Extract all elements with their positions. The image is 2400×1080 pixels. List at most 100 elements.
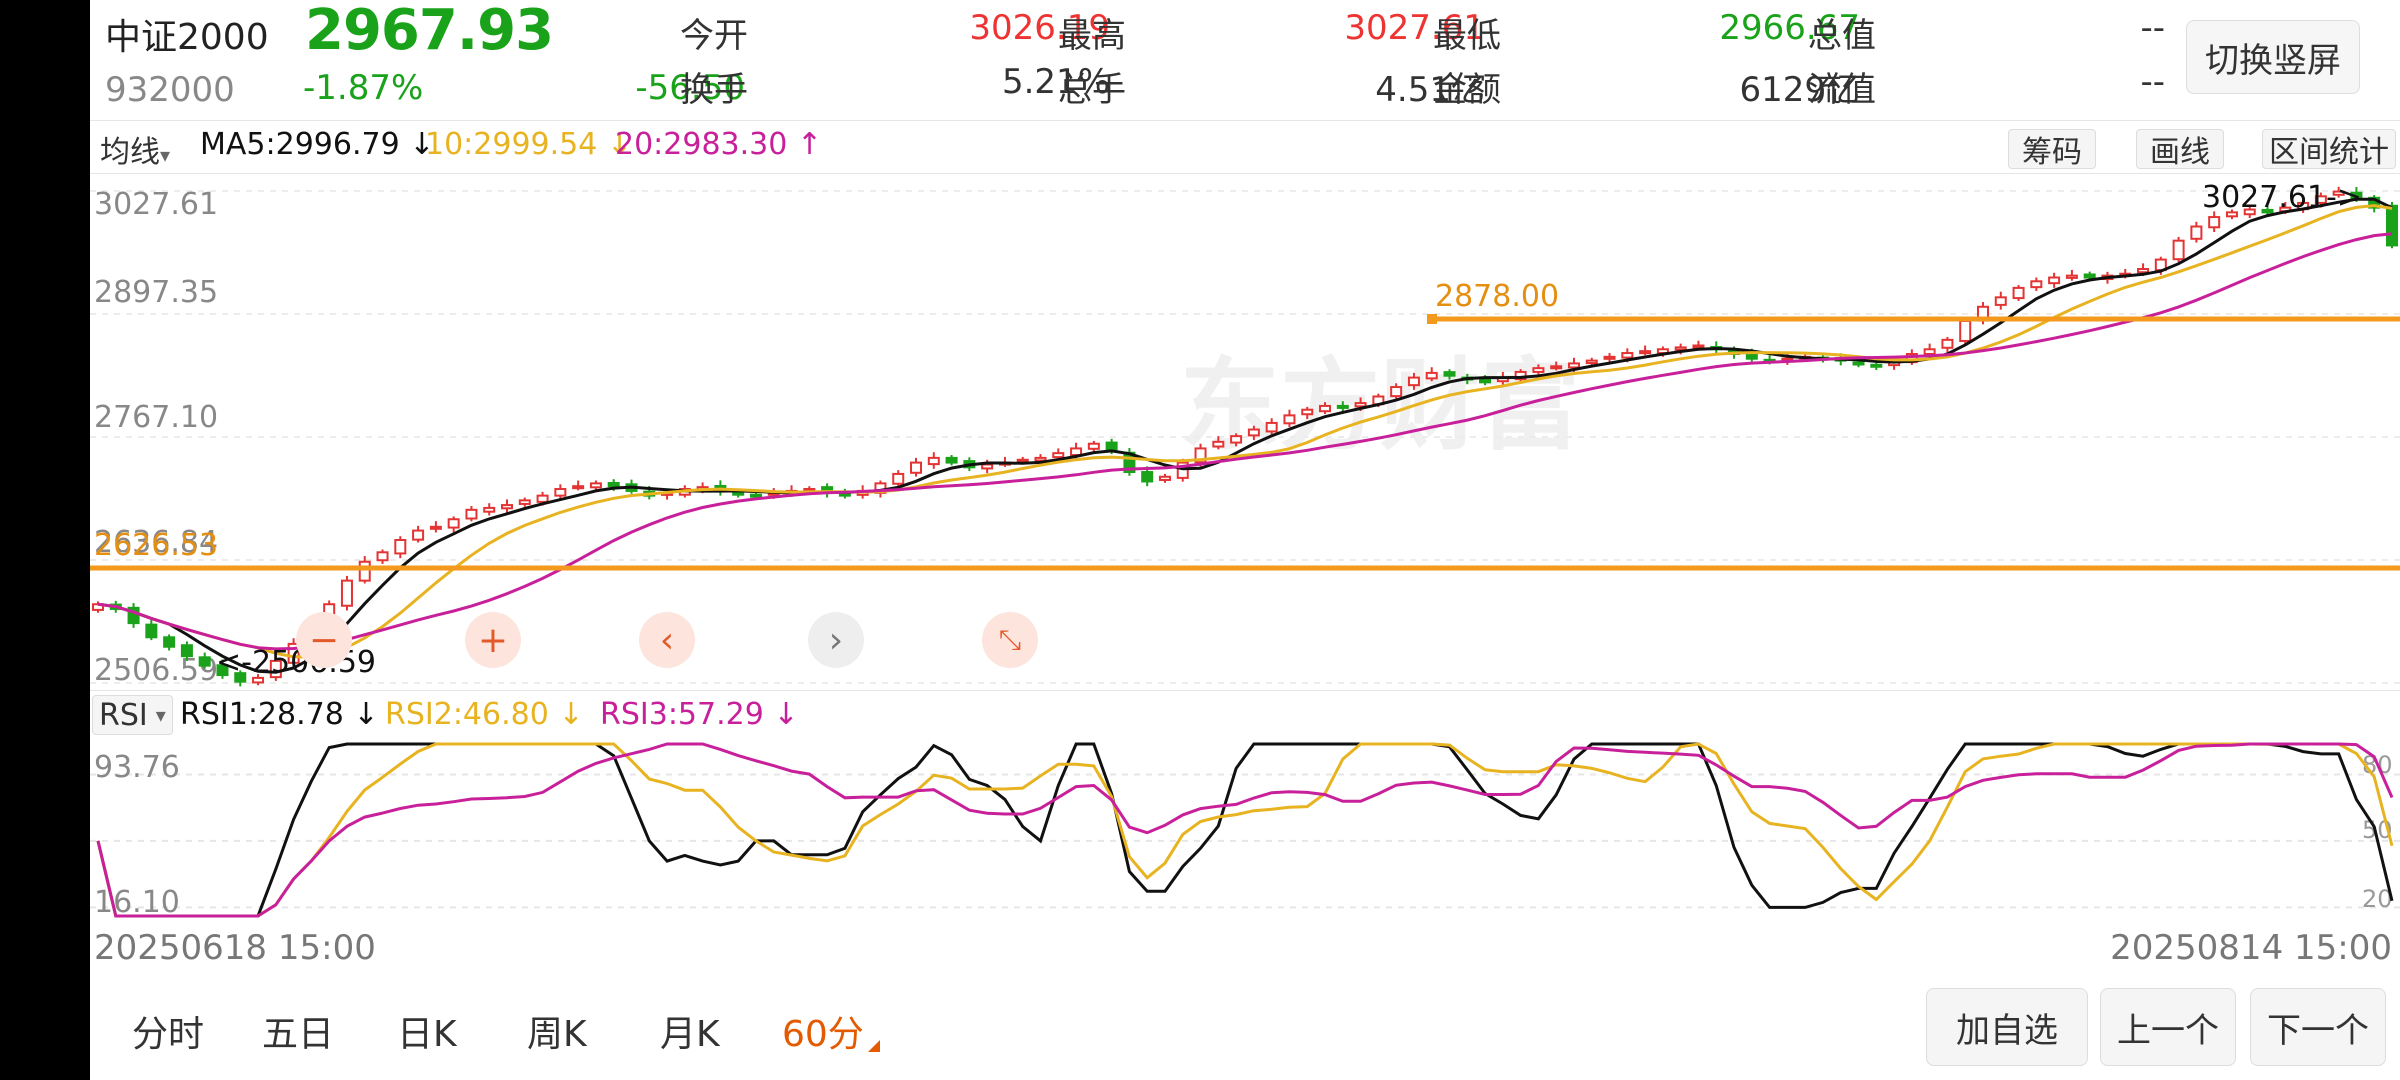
hline-bottom-label: 2626.53 [94,528,218,563]
candle-body [2065,274,2078,279]
stat-label-total-value: 总值 [1808,16,1876,56]
chips-button[interactable]: 筹码 [2008,129,2096,170]
candlestick-chart[interactable]: 东方财富 3027.61 2897.35 2767.10 2636.84 250… [90,175,2400,690]
candle-body [981,463,994,470]
change-percent: -1.87% [303,68,424,108]
plus-icon[interactable]: + [465,612,521,668]
rsi-y-top: 93.76 [94,750,180,785]
ma-selector-label: 均线 [100,135,160,170]
candle-body [927,456,940,466]
candle-body [1016,458,1029,463]
candle-body [749,493,762,498]
candle-body [554,488,567,497]
candle-body [198,656,211,667]
range-stats-button[interactable]: 区间统计 [2262,129,2396,170]
stat-label-amount: 金额 [1433,70,1501,110]
ma-indicator-bar: 均线▾ MA5:2996.79 ↓ 10:2999.54 ↓ 20:2983.3… [90,120,2400,174]
stat-value-float-value: -- [2140,62,2165,102]
previous-button[interactable]: 上一个 [2100,988,2236,1066]
candle-body [607,481,620,488]
stat-label-open: 今开 [680,16,748,56]
rsi2-line [96,742,2394,918]
rsi2-value: RSI2:46.80 ↓ [385,697,584,732]
tab-monthly-k[interactable]: 月K [660,1005,720,1057]
candle-body [2172,239,2185,261]
candle-body [1479,378,1492,384]
candle-body [1158,475,1171,481]
rsi1-value: RSI1:28.78 ↓ [180,697,379,732]
min-marker-label: <-2506.59 [216,645,376,680]
tab-intraday[interactable]: 分时 [132,1005,204,1057]
hline-top-handle[interactable] [1427,314,1437,324]
candle-body [1994,296,2007,306]
hline-top-label: 2878.00 [1435,279,1559,314]
tab-five-day[interactable]: 五日 [262,1005,334,1057]
tab-daily-k[interactable]: 日K [397,1005,457,1057]
max-marker-label: 3027.61-> [2202,180,2362,215]
candle-body [1283,414,1296,425]
candle-body [1265,421,1278,433]
candle-body [910,461,923,474]
candle-body [1852,361,1865,366]
current-price: 2967.93 [305,0,554,63]
candle-body [358,560,371,582]
candle-body [145,623,158,639]
stat-label-high: 最高 [1058,16,1126,56]
candle-body [1959,319,1972,342]
stat-label-turnover: 换手 [680,70,748,110]
index-code: 932000 [105,70,235,110]
index-name: 中证2000 [105,17,269,58]
y-label-max: 3027.61 [94,187,218,222]
candle-body [483,506,496,513]
candle-body [945,456,958,464]
candle-body [589,482,602,489]
candle-body [2048,276,2061,285]
candle-body [892,472,905,485]
draw-line-button[interactable]: 画线 [2136,129,2224,170]
rsi-chart[interactable]: 93.76 16.10 80 50 20 [90,740,2400,920]
dropdown-caret-icon: ▾ [155,703,166,727]
tab-weekly-k[interactable]: 周K [527,1005,587,1057]
candle-body [1390,386,1403,398]
ma-selector[interactable]: 均线▾ [100,127,170,171]
candle-body [1425,371,1438,380]
y-label-3: 2767.10 [94,400,218,435]
rsi-grid [90,773,2400,909]
candle-body [465,508,478,520]
candle-body [1550,365,1563,370]
candle-body [1034,456,1047,462]
candle-body [1354,402,1367,408]
candle-body [2386,204,2398,247]
next-button[interactable]: 下一个 [2250,988,2386,1066]
candle-body [732,491,745,496]
switch-portrait-button[interactable]: 切换竖屏 [2186,20,2360,94]
candle-body [163,636,176,648]
collapse-icon[interactable]: ⤡ [982,612,1038,668]
candle-body [1301,408,1314,416]
candle-body [1585,359,1598,365]
chart-grid [90,190,2400,684]
candle-body [1336,404,1349,409]
candle-body [376,551,389,562]
rsi-selector[interactable]: RSI ▾ [92,695,173,735]
candle-body [412,529,425,541]
candle-body [1319,404,1332,413]
candle-body [2083,273,2096,279]
date-end: 20250814 15:00 [2110,928,2392,968]
candle-body [1692,344,1705,349]
candle-body [180,644,193,658]
candle-body [1603,355,1616,360]
stat-label-float-value: 流值 [1808,70,1876,110]
candle-body [1639,350,1652,355]
candle-body [1674,346,1687,351]
chevron-right-icon[interactable]: › [808,612,864,668]
candle-body [429,525,442,530]
chevron-left-icon[interactable]: ‹ [639,612,695,668]
candle-body [340,579,353,607]
candle-body [2030,280,2043,289]
tab-60-minute[interactable]: 60分 [782,1005,864,1057]
add-watchlist-button[interactable]: 加自选 [1926,988,2088,1066]
candle-body [2208,216,2221,229]
minus-icon[interactable]: − [296,612,352,668]
stat-label-volume: 总手 [1058,70,1126,110]
